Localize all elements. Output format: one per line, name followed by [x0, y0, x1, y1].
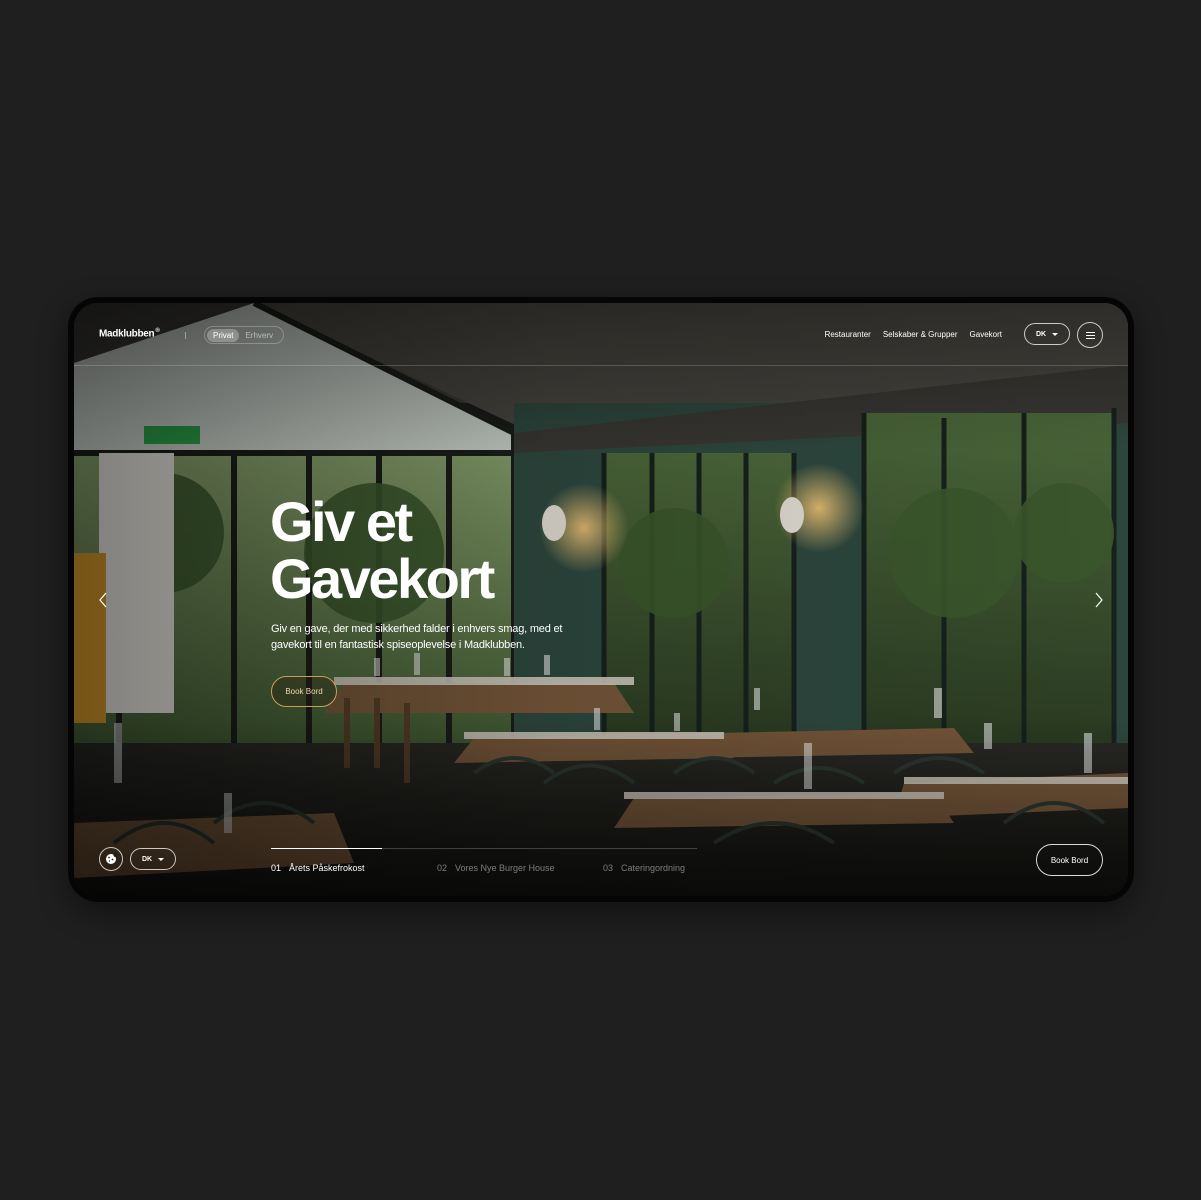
slide-number: 02 [437, 863, 448, 873]
brand-logo[interactable]: Madklubben® [99, 328, 160, 340]
slider-progress-fill [271, 848, 382, 849]
caret-down-icon [1052, 332, 1059, 336]
slide-tab-2[interactable]: 02 Vores Nye Burger House [437, 863, 603, 873]
brand-logo-text: Madklubben [99, 328, 155, 340]
chevron-right-icon [1095, 592, 1103, 608]
slide-label: Cateringordning [621, 863, 686, 873]
slide-label: Årets Påskefrokost [289, 863, 365, 873]
audience-toggle: Privat Erhverv [204, 326, 284, 344]
slide-tab-3[interactable]: 03 Cateringordning [603, 863, 723, 873]
header-divider [185, 332, 186, 339]
slide-number: 03 [603, 863, 614, 873]
hero-title: Giv et Gavekort [270, 493, 610, 607]
menu-button[interactable] [1077, 322, 1103, 348]
hero-title-line-2: Gavekort [270, 547, 495, 610]
hamburger-icon [1085, 331, 1095, 333]
website-viewport: Madklubben® Privat Erhverv Restauranter … [74, 303, 1128, 896]
caret-down-icon [158, 857, 165, 861]
toggle-privat[interactable]: Privat [207, 328, 240, 342]
cookie-icon [106, 853, 117, 864]
footer-language-select[interactable]: DK [130, 848, 176, 870]
slide-tab-1[interactable]: 01 Årets Påskefrokost [271, 863, 437, 873]
main-nav: Restauranter Selskaber & Grupper Gavekor… [825, 330, 1002, 339]
slide-number: 01 [271, 863, 282, 873]
slider-progress [271, 848, 697, 849]
slider-prev-button[interactable] [96, 590, 110, 610]
language-select[interactable]: DK [1024, 323, 1070, 345]
hero-title-line-1: Giv et [270, 490, 413, 553]
hero-book-button[interactable]: Book Bord [271, 676, 337, 707]
hero-subtitle: Giv en gave, der med sikkerhed falder i … [271, 623, 563, 651]
toggle-erhverv[interactable]: Erhverv [239, 329, 279, 342]
cookie-settings-button[interactable] [99, 847, 123, 871]
language-value: DK [1035, 330, 1047, 338]
slide-label: Vores Nye Burger House [455, 863, 555, 873]
slider-tabs: 01 Årets Påskefrokost 02 Vores Nye Burger … [271, 863, 723, 873]
registered-mark: ® [155, 328, 160, 334]
book-table-button[interactable]: Book Bord [1036, 844, 1103, 876]
nav-restauranter[interactable]: Restauranter [825, 330, 871, 339]
site-header: Madklubben® Privat Erhverv Restauranter … [74, 303, 1128, 366]
footer-language-value: DK [141, 855, 153, 863]
nav-selskaber-grupper[interactable]: Selskaber & Grupper [883, 330, 958, 339]
nav-gavekort[interactable]: Gavekort [970, 330, 1002, 339]
slider-next-button[interactable] [1092, 590, 1106, 610]
hamburger-icon-line [1085, 334, 1095, 336]
chevron-left-icon [99, 592, 107, 608]
hamburger-icon-line [1085, 337, 1095, 339]
